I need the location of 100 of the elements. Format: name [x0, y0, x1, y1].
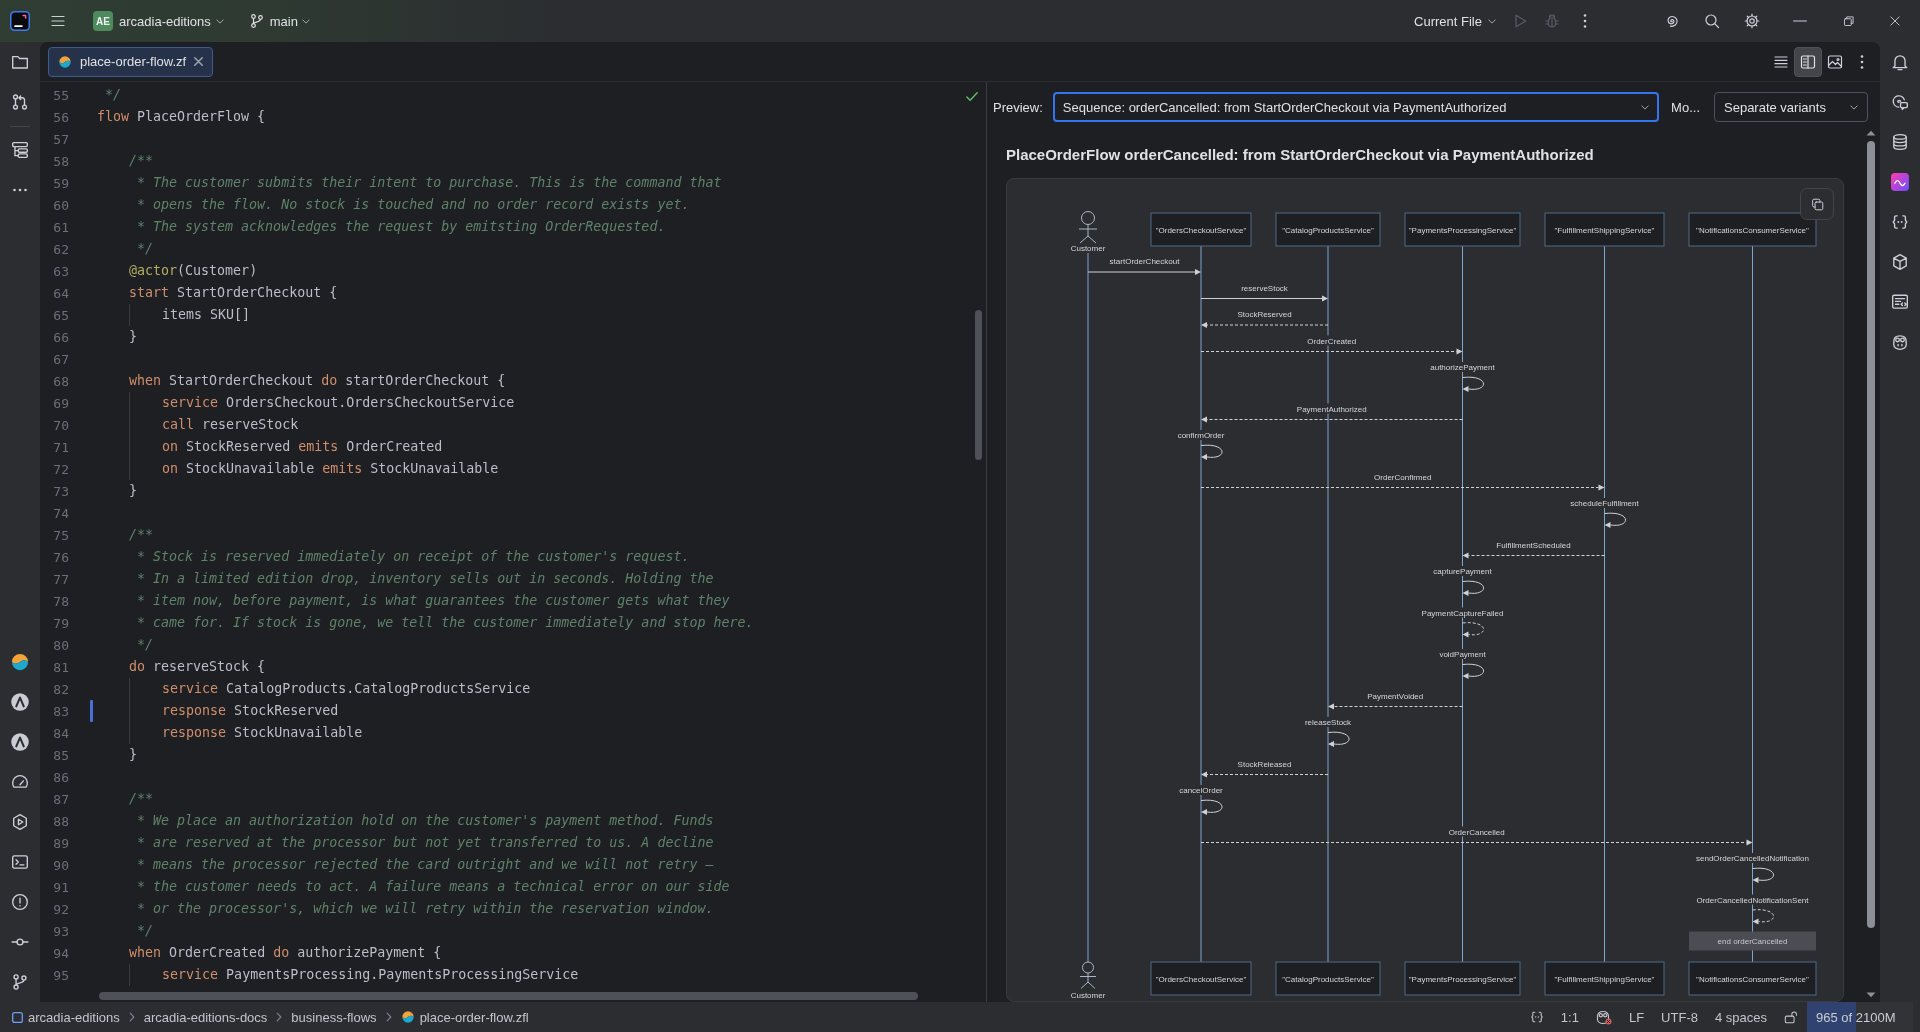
message-label: OrderCreated — [1307, 336, 1357, 346]
variants-select[interactable]: Separate variants — [1714, 92, 1868, 122]
braces-icon[interactable] — [1891, 213, 1909, 231]
code-line: when StartOrderCheckout do startOrderCheckout { — [129, 372, 506, 390]
diagram-select[interactable]: Sequence: orderCancelled: from StartOrderCheckout via PaymentAuthorized — [1052, 92, 1660, 122]
message-label: OrderCancelled — [1448, 827, 1505, 837]
copy-button[interactable] — [1800, 188, 1834, 220]
code-line: items SKU[] — [162, 306, 251, 324]
caret-position[interactable]: 1:1 — [1560, 1009, 1579, 1025]
message-label: OrderCancelledNotificationSent — [1696, 895, 1809, 905]
breadcrumb-item[interactable]: place-order-flow.zfl — [400, 1009, 529, 1025]
restore-icon[interactable] — [1843, 15, 1855, 27]
participant-box: "NotificationsConsumerService" — [1688, 961, 1817, 996]
search-icon[interactable] — [1704, 13, 1720, 29]
file-encoding[interactable]: UTF-8 — [1661, 1009, 1698, 1025]
scrollbar-thumb[interactable] — [99, 992, 918, 1000]
breadcrumb-item[interactable]: arcadia-editions — [12, 1009, 120, 1025]
memory-indicator[interactable]: 965 of 2100M — [1807, 1002, 1913, 1032]
code-line: * In a limited edition drop, inventory sells out in seconds. Holding the — [137, 570, 714, 588]
more-icon[interactable] — [12, 188, 28, 192]
bell-icon[interactable] — [1891, 53, 1909, 71]
preview-view-icon[interactable] — [1827, 53, 1843, 70]
circle-logo-icon[interactable] — [10, 692, 30, 712]
copy-icon[interactable] — [1810, 197, 1824, 211]
check-icon[interactable] — [966, 92, 978, 101]
close-icon[interactable] — [1889, 15, 1901, 27]
code-document-icon[interactable] — [1891, 293, 1909, 311]
scroll-up-icon[interactable] — [1866, 130, 1876, 136]
hexagon-play-icon[interactable] — [11, 813, 29, 831]
scroll-down-icon[interactable] — [1866, 992, 1876, 998]
scrollbar-thumb[interactable] — [975, 310, 982, 460]
folder-icon[interactable] — [11, 53, 29, 71]
indent-setting[interactable]: 4 spaces — [1714, 1009, 1767, 1025]
terminal-icon[interactable] — [11, 853, 29, 871]
structure-icon[interactable] — [11, 141, 29, 159]
code-line: */ — [105, 86, 122, 104]
menu-icon[interactable] — [50, 13, 66, 29]
project-switcher[interactable]: AE arcadia-editions — [93, 8, 224, 34]
editor-view-icon[interactable] — [1773, 53, 1789, 70]
chat-bubble-icon[interactable] — [1891, 93, 1909, 111]
gauge-icon[interactable] — [11, 773, 29, 791]
run-configuration-select[interactable]: Current File — [1414, 8, 1496, 34]
branch-icon — [248, 13, 265, 29]
line-number: 88 — [52, 813, 69, 829]
caret-icon — [1488, 18, 1496, 24]
robot-face-off-icon[interactable] — [1595, 1009, 1612, 1025]
line-number: 66 — [52, 329, 69, 345]
line-number: 65 — [52, 307, 69, 323]
line-number: 95 — [52, 967, 69, 983]
code-line: /** — [129, 526, 154, 544]
braces-icon[interactable] — [1529, 1010, 1544, 1024]
branch-icon[interactable] — [11, 973, 29, 991]
branch-switcher[interactable]: main — [248, 8, 310, 34]
self-message-arrow — [1462, 663, 1484, 679]
line-separator[interactable]: LF — [1628, 1009, 1645, 1025]
line-number: 70 — [52, 417, 69, 433]
wave-logo-icon — [400, 1010, 415, 1024]
line-number: 93 — [52, 923, 69, 939]
participant-box: "PaymentsProcessingService" — [1404, 212, 1521, 247]
lock-icon[interactable] — [1784, 1010, 1798, 1024]
spiral-icon[interactable] — [1664, 13, 1680, 29]
line-number: 92 — [52, 901, 69, 917]
more-icon[interactable] — [1583, 13, 1587, 29]
more-icon[interactable] — [1860, 53, 1864, 70]
line-number: 62 — [52, 241, 69, 257]
line-number: 72 — [52, 461, 69, 477]
participant-box: "FulfillmentShippingService" — [1544, 212, 1665, 247]
circle-logo-icon[interactable] — [10, 732, 30, 752]
split-view-icon[interactable] — [1794, 46, 1822, 77]
wave-logo-icon[interactable] — [10, 652, 30, 672]
chevron-right-icon — [385, 1012, 392, 1022]
participant-box: "OrdersCheckoutService" — [1150, 961, 1252, 996]
self-message-arrow — [1462, 622, 1484, 638]
editor-tab[interactable]: place-order-flow.zf — [48, 46, 214, 77]
participant-box: "CatalogProductsService" — [1275, 212, 1381, 247]
settings-icon[interactable] — [1744, 13, 1760, 29]
alert-circle-icon[interactable] — [11, 893, 29, 911]
message-label: authorizePayment — [1430, 363, 1495, 372]
message-label: PaymentCaptureFailed — [1421, 608, 1504, 618]
pull-request-icon[interactable] — [11, 93, 29, 111]
code-line: service CatalogProducts.CatalogProductsService — [162, 680, 531, 698]
actor-label: Customer — [1070, 991, 1106, 1000]
line-number: 86 — [52, 769, 69, 785]
plugin-logo-icon[interactable] — [1891, 173, 1909, 191]
preview-label: Preview: — [993, 99, 1043, 115]
close-icon[interactable] — [194, 57, 204, 66]
breadcrumb-item[interactable]: business-flows — [291, 1009, 377, 1025]
robot-face-icon[interactable] — [1891, 333, 1909, 351]
cube-icon[interactable] — [1891, 253, 1909, 271]
app-logo-icon[interactable] — [10, 11, 30, 31]
code-line: * item now, before payment, is what guarantees the customer gets what they — [137, 592, 730, 610]
scrollbar-thumb[interactable] — [1867, 141, 1875, 928]
breadcrumb-item[interactable]: arcadia-editions-docs — [143, 1009, 268, 1025]
caret-icon — [215, 18, 224, 24]
code-line: /** — [129, 790, 154, 808]
database-icon[interactable] — [1891, 133, 1909, 151]
code-line: } — [129, 482, 138, 500]
self-message-arrow — [1200, 444, 1223, 460]
message-label: cancelOrder — [1179, 786, 1223, 795]
line-number: 89 — [52, 835, 69, 851]
